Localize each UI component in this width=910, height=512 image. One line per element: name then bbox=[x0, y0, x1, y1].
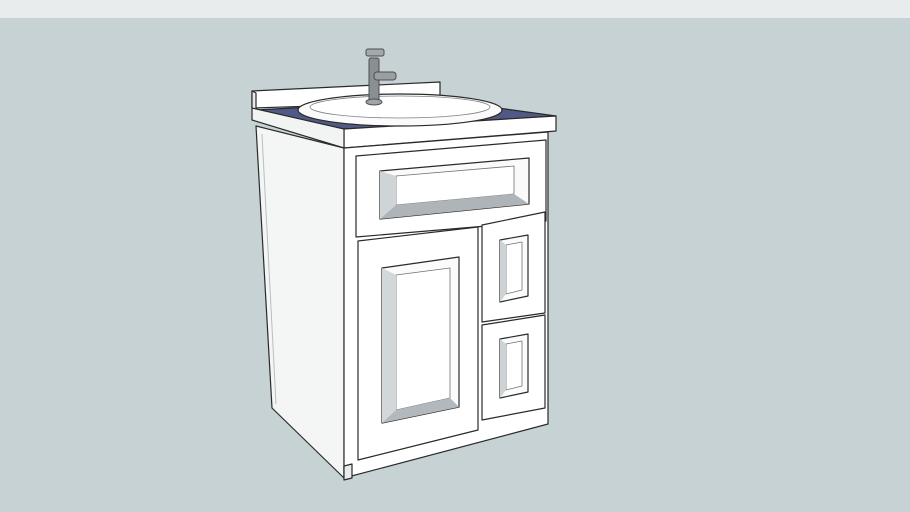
toe-kick bbox=[343, 463, 353, 481]
cabinet-side-panel bbox=[255, 125, 345, 479]
small-drawer-upper[interactable] bbox=[481, 211, 546, 323]
vanity-cabinet-model bbox=[251, 48, 557, 481]
sink-basin bbox=[297, 93, 503, 127]
small-drawer-lower[interactable] bbox=[481, 314, 546, 421]
3d-viewport[interactable] bbox=[0, 0, 910, 512]
cabinet-door[interactable] bbox=[357, 226, 479, 461]
